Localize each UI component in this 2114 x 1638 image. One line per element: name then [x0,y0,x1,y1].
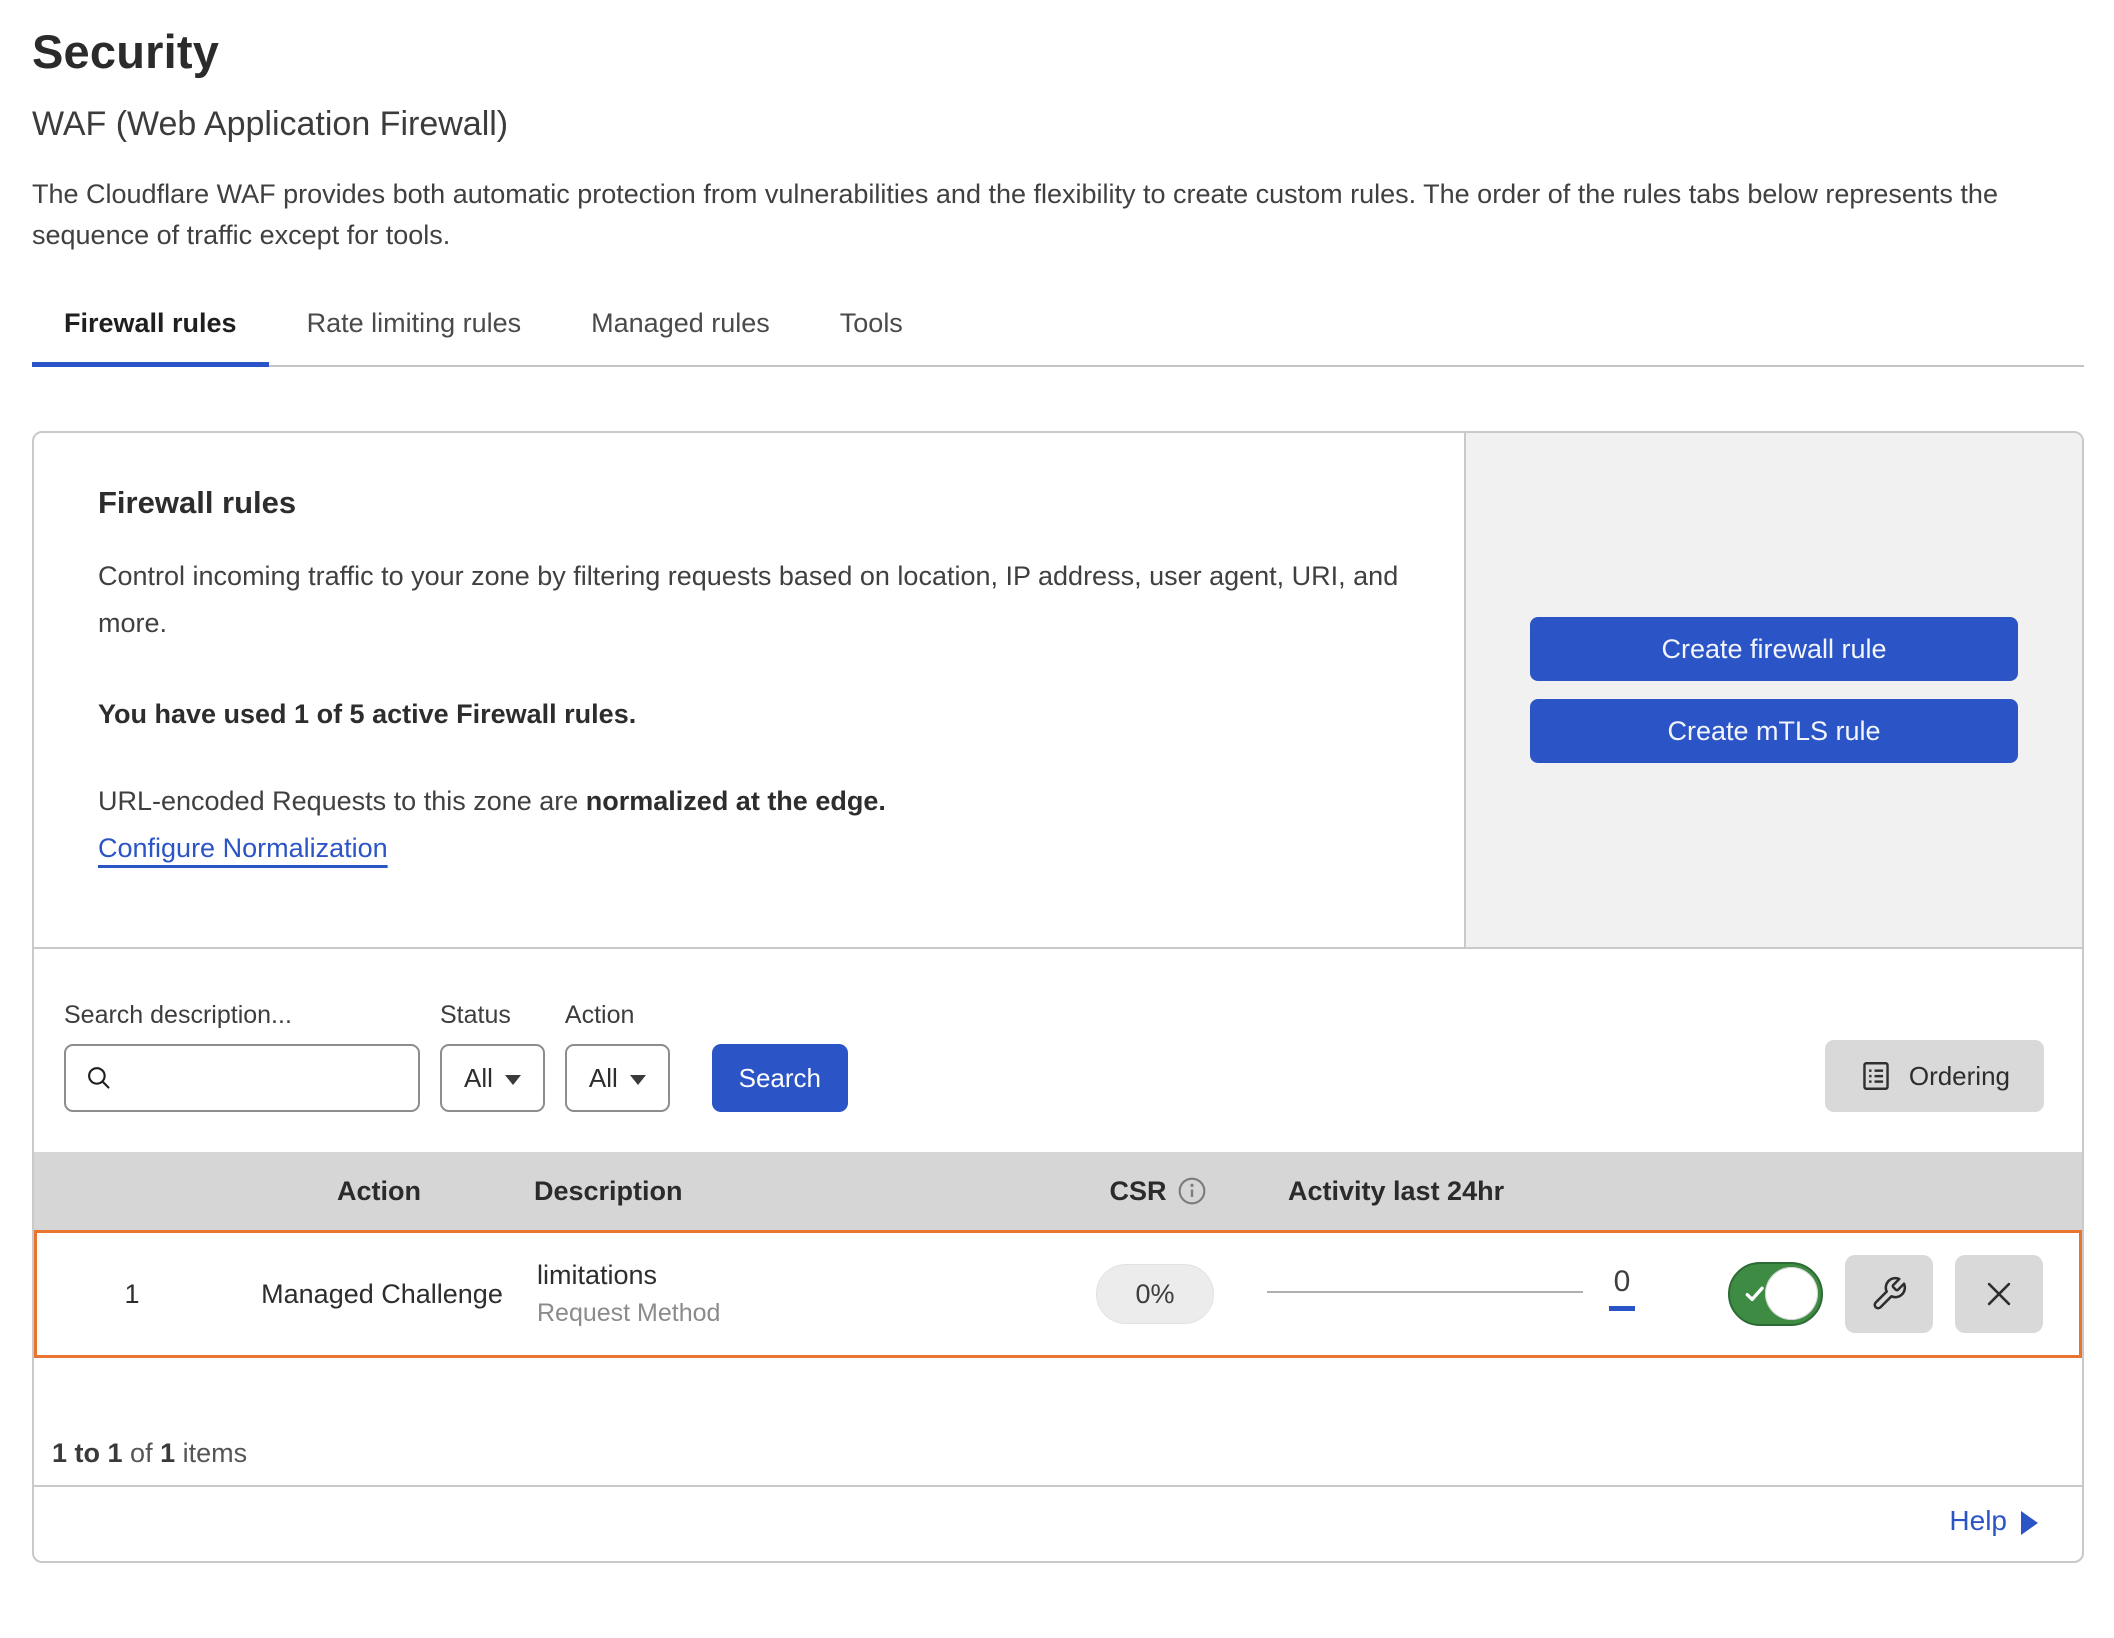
check-icon [1744,1285,1766,1303]
search-input[interactable] [124,1046,459,1110]
section-description: Control incoming traffic to your zone by… [98,553,1400,647]
actions-side-panel: Create firewall rule Create mTLS rule [1464,433,2082,947]
section-heading: Firewall rules [98,485,1400,521]
pagination-summary: 1 to 1 of 1 items [34,1358,2082,1485]
rule-priority: 1 [37,1279,227,1310]
action-field-label: Action [565,1001,670,1030]
csr-header-label: CSR [1109,1176,1166,1207]
list-icon [1859,1059,1893,1093]
column-header-activity: Activity last 24hr [1258,1176,1658,1207]
toggle-knob [1765,1267,1818,1320]
search-field-label: Search description... [64,1001,420,1030]
rule-action: Managed Challenge [227,1279,537,1310]
column-header-description: Description [534,1176,1058,1207]
status-field-group: Status All [440,1001,545,1112]
action-dropdown[interactable]: All [565,1044,670,1112]
ordering-button[interactable]: Ordering [1825,1040,2044,1112]
csr-badge: 0% [1096,1264,1213,1324]
chevron-down-icon [505,1075,521,1085]
search-button[interactable]: Search [712,1044,848,1112]
activity-sparkline [1267,1291,1583,1293]
configure-normalization-link[interactable]: Configure Normalization [98,833,388,864]
status-dropdown[interactable]: All [440,1044,545,1112]
page-subtitle: WAF (Web Application Firewall) [32,105,2084,144]
waf-page: Security WAF (Web Application Firewall) … [0,0,2114,1563]
items-word: items [183,1438,248,1468]
firewall-rules-card: Firewall rules Control incoming traffic … [32,431,2084,1563]
of-word: of [130,1438,153,1468]
tab-firewall-rules[interactable]: Firewall rules [32,308,269,365]
rule-controls [1655,1255,2079,1333]
search-icon [84,1063,114,1093]
help-footer: Help [34,1485,2082,1561]
wrench-icon [1870,1275,1908,1313]
usage-summary: You have used 1 of 5 active Firewall rul… [98,699,1400,730]
tab-managed-rules[interactable]: Managed rules [559,308,802,365]
search-field-group: Search description... [64,1001,420,1112]
activity-count-link[interactable]: 0 [1609,1265,1635,1311]
normalization-bold: normalized at the edge. [586,786,886,816]
table-header-row: Action Description CSR Activity last 24h… [34,1152,2082,1230]
firewall-rule-row[interactable]: 1 Managed Challenge limitations Request … [34,1230,2082,1358]
rule-description-cell: limitations Request Method [537,1260,1055,1328]
items-range: 1 to 1 [52,1438,123,1468]
info-icon[interactable] [1177,1176,1207,1206]
intro-text-block: Firewall rules Control incoming traffic … [34,433,1464,947]
tab-tools[interactable]: Tools [808,308,935,365]
items-total: 1 [160,1438,175,1468]
rule-csr-cell: 0% [1055,1264,1255,1324]
rule-description: limitations [537,1260,1055,1291]
page-description: The Cloudflare WAF provides both automat… [32,174,2062,256]
page-title: Security [32,24,2084,79]
action-field-group: Action All [565,1001,670,1112]
create-mtls-rule-button[interactable]: Create mTLS rule [1530,699,2018,763]
tab-rate-limiting-rules[interactable]: Rate limiting rules [275,308,554,365]
card-intro-section: Firewall rules Control incoming traffic … [34,433,2082,947]
normalization-prefix: URL-encoded Requests to this zone are [98,786,586,816]
rule-enabled-toggle[interactable] [1728,1262,1823,1326]
status-dropdown-value: All [464,1063,493,1094]
column-header-action: Action [224,1176,534,1207]
action-dropdown-value: All [589,1063,618,1094]
chevron-down-icon [630,1075,646,1085]
ordering-button-label: Ordering [1909,1061,2010,1092]
delete-rule-button[interactable] [1955,1255,2043,1333]
close-icon [1982,1277,2016,1311]
status-field-label: Status [440,1001,545,1030]
search-box[interactable] [64,1044,420,1112]
edit-rule-button[interactable] [1845,1255,1933,1333]
waf-tabs: Firewall rules Rate limiting rules Manag… [32,308,2084,367]
arrow-right-icon [2021,1511,2038,1535]
rule-expression: Request Method [537,1299,1055,1328]
filter-toolbar: Search description... Status All [34,947,2082,1152]
help-link[interactable]: Help [1949,1505,2007,1537]
column-header-csr: CSR [1058,1176,1258,1207]
normalization-note: URL-encoded Requests to this zone are no… [98,786,1400,817]
rule-activity-cell: 0 [1255,1265,1655,1323]
create-firewall-rule-button[interactable]: Create firewall rule [1530,617,2018,681]
activity-count-underline [1609,1306,1635,1311]
activity-count: 0 [1614,1265,1631,1299]
